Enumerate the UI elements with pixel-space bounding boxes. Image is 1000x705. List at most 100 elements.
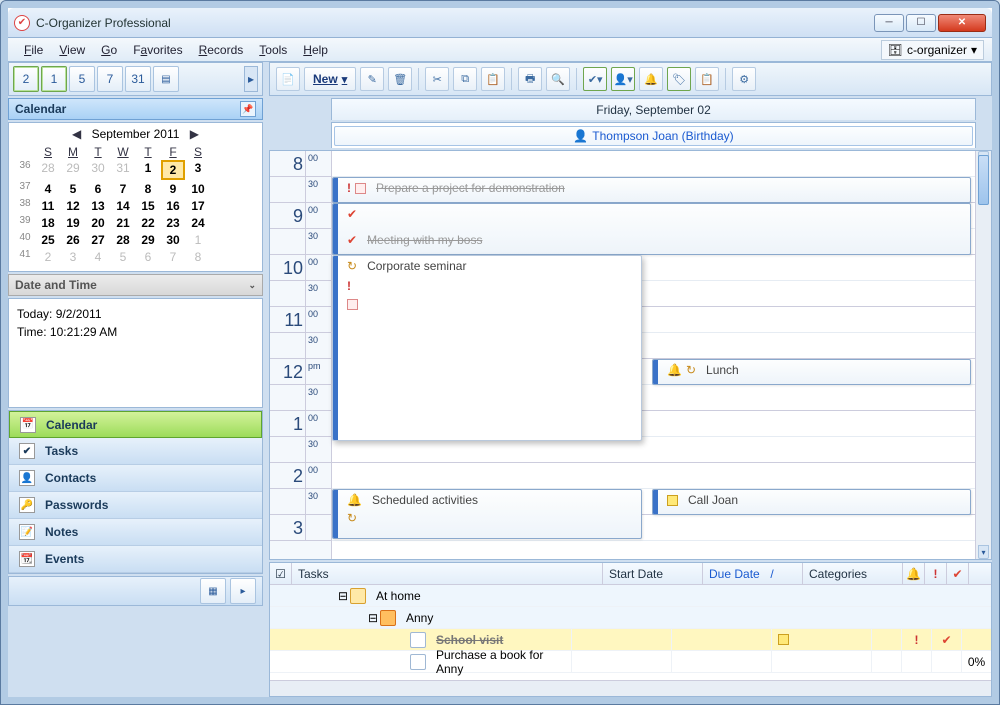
calendar-day[interactable]: 25	[36, 232, 60, 248]
task-row-school[interactable]: School visit ! ✔	[270, 629, 991, 651]
copy-button[interactable]: ⧉	[453, 67, 477, 91]
edit-button[interactable]: ✎	[360, 67, 384, 91]
task-row-book[interactable]: Purchase a book for Anny 0%	[270, 651, 991, 673]
calendar-day[interactable]: 4	[36, 181, 60, 197]
calendar-day[interactable]: 17	[186, 198, 210, 214]
menu-records[interactable]: Records	[191, 40, 252, 60]
appt-call-joan[interactable]: Call Joan	[652, 489, 971, 515]
appt-prepare-project[interactable]: !Prepare a project for demonstration	[332, 177, 971, 203]
view-timeline-button[interactable]: ▤	[153, 66, 179, 92]
minimize-button[interactable]: ─	[874, 14, 904, 32]
calendar-day[interactable]: 31	[111, 160, 135, 180]
calendar-day[interactable]: 7	[161, 249, 185, 265]
calendar-day[interactable]: 26	[61, 232, 85, 248]
tasks-col-check[interactable]: ☑	[270, 563, 292, 584]
appt-scheduled-activities[interactable]: 🔔Scheduled activities↻	[332, 489, 642, 539]
nav-contacts[interactable]: 👤Contacts	[9, 465, 262, 492]
datetime-section-header[interactable]: Date and Time ⌄	[8, 274, 263, 296]
vertical-scrollbar[interactable]: ▴ ▾	[975, 151, 991, 559]
calendar-day[interactable]: 6	[136, 249, 160, 265]
tree-minus-icon[interactable]: ⊟	[368, 611, 378, 625]
appointment-area[interactable]: ▴ ▾ !Prepare a project for demonstration…	[332, 151, 991, 559]
calendar-day[interactable]: 1	[136, 160, 160, 180]
delete-button[interactable]: 🗑	[388, 67, 412, 91]
calendar-section-header[interactable]: Calendar 📌	[8, 98, 263, 120]
calendar-day[interactable]: 8	[186, 249, 210, 265]
reminder-button[interactable]: 🔔	[639, 67, 663, 91]
calendar-day[interactable]: 9	[161, 181, 185, 197]
footer-expand-button[interactable]: ▸	[230, 578, 256, 604]
tree-minus-icon[interactable]: ⊟	[338, 589, 348, 603]
scroll-thumb[interactable]	[978, 155, 989, 205]
tasks-col-pct[interactable]	[969, 563, 991, 584]
expand-toolbar-button[interactable]: ▸	[244, 66, 258, 92]
menu-tools[interactable]: Tools	[251, 40, 295, 60]
calendar-day[interactable]: 28	[111, 232, 135, 248]
view-week-button[interactable]: 7	[97, 66, 123, 92]
calendar-day[interactable]: 3	[186, 160, 210, 180]
calendar-day[interactable]: 23	[161, 215, 185, 231]
nav-tasks[interactable]: ✔Tasks	[9, 438, 262, 465]
calendar-day[interactable]: 22	[136, 215, 160, 231]
database-selector[interactable]: 🗄 c-organizer ▾	[881, 40, 984, 60]
scroll-down-button[interactable]: ▾	[978, 545, 989, 559]
calendar-day[interactable]: 3	[61, 249, 85, 265]
view-workweek-button[interactable]: 5	[69, 66, 95, 92]
calendar-day[interactable]: 19	[61, 215, 85, 231]
close-button[interactable]: ✕	[938, 14, 986, 32]
new-button[interactable]: New ▾	[304, 67, 356, 91]
calendar-day[interactable]: 1	[186, 232, 210, 248]
print-button[interactable]: 🖶	[518, 67, 542, 91]
calendar-day[interactable]: 2	[161, 160, 185, 180]
all-day-event-birthday[interactable]: 👤 Thompson Joan (Birthday)	[334, 126, 973, 146]
footer-btn-1[interactable]: ▦	[200, 578, 226, 604]
calendar-day[interactable]: 28	[36, 160, 60, 180]
menu-favorites[interactable]: Favorites	[125, 40, 190, 60]
maximize-button[interactable]: ☐	[906, 14, 936, 32]
calendar-day[interactable]: 12	[61, 198, 85, 214]
calendar-day[interactable]: 10	[186, 181, 210, 197]
options-button[interactable]: ⚙	[732, 67, 756, 91]
calendar-day[interactable]: 24	[186, 215, 210, 231]
calendar-day[interactable]: 6	[86, 181, 110, 197]
calendar-day[interactable]: 13	[86, 198, 110, 214]
nav-calendar[interactable]: 📅Calendar	[9, 411, 262, 438]
prev-month-button[interactable]: ◀	[70, 127, 84, 141]
preview-button[interactable]: 🔍	[546, 67, 570, 91]
tasks-col-name[interactable]: Tasks	[292, 563, 603, 584]
calendar-day[interactable]: 20	[86, 215, 110, 231]
assign-button[interactable]: 👤▾	[611, 67, 635, 91]
tasks-col-categories[interactable]: Categories	[803, 563, 903, 584]
tasks-col-priority[interactable]: !	[925, 563, 947, 584]
calendar-day[interactable]: 29	[136, 232, 160, 248]
paste-button[interactable]: 📋	[481, 67, 505, 91]
menu-file[interactable]: File	[16, 40, 51, 60]
pin-icon[interactable]: 📌	[240, 101, 256, 117]
cut-button[interactable]: ✂	[425, 67, 449, 91]
appt-corporate-seminar[interactable]: ↻Corporate seminar!	[332, 255, 642, 441]
complete-button[interactable]: ✔▾	[583, 67, 607, 91]
view-day-button[interactable]: 2	[13, 66, 39, 92]
calendar-day[interactable]: 15	[136, 198, 160, 214]
calendar-day[interactable]: 29	[61, 160, 85, 180]
calendar-day[interactable]: 7	[111, 181, 135, 197]
calendar-day[interactable]: 30	[161, 232, 185, 248]
category-button[interactable]: 🏷	[667, 67, 691, 91]
calendar-day[interactable]: 18	[36, 215, 60, 231]
tasks-footer-scroll[interactable]	[270, 680, 991, 696]
tasks-col-done[interactable]: ✔	[947, 563, 969, 584]
new-record-icon[interactable]: 📄	[276, 67, 300, 91]
menu-help[interactable]: Help	[295, 40, 336, 60]
next-month-button[interactable]: ▶	[187, 127, 201, 141]
calendar-day[interactable]: 11	[36, 198, 60, 214]
nav-notes[interactable]: 📝Notes	[9, 519, 262, 546]
properties-button[interactable]: 📋	[695, 67, 719, 91]
menu-view[interactable]: View	[51, 40, 93, 60]
nav-passwords[interactable]: 🔑Passwords	[9, 492, 262, 519]
nav-events[interactable]: 📆Events	[9, 546, 262, 573]
appt-check-item[interactable]: ✔✔Meeting with my boss	[332, 203, 971, 255]
calendar-day[interactable]: 21	[111, 215, 135, 231]
calendar-day[interactable]: 2	[36, 249, 60, 265]
tasks-col-start[interactable]: Start Date	[603, 563, 703, 584]
view-month-button[interactable]: 31	[125, 66, 151, 92]
